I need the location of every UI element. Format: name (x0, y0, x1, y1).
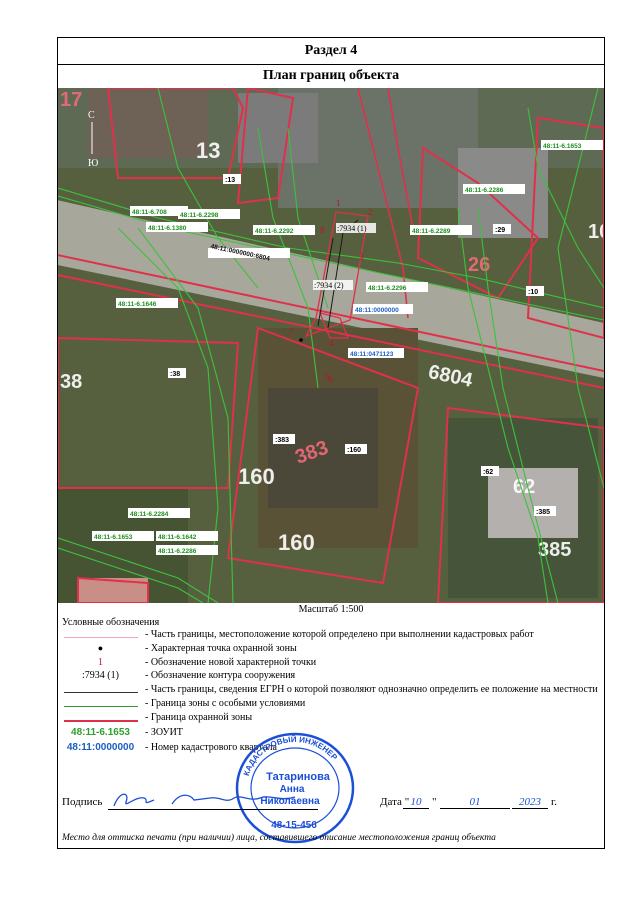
parcel-label: :10 (528, 289, 538, 296)
map-scale: Масштаб 1:500 (298, 604, 364, 615)
date-day: 10 (403, 796, 429, 809)
legend-row: 1 - Обозначение новой характерной точки (58, 657, 604, 671)
legend-text: - Граница охранной зоны (145, 712, 253, 723)
house-number: 38 (60, 371, 82, 393)
stamp-name-line1: Татаринова (266, 771, 331, 783)
legend-symbol-red-line (58, 712, 143, 723)
zouit-label: 48:11-6.2286 (158, 548, 197, 555)
house-number: 26 (468, 254, 490, 276)
date-quote: " (432, 796, 437, 808)
point-label: 6 (328, 374, 333, 384)
legend-text: - Характерная точка охранной зоны (145, 643, 297, 654)
legend-row: ● - Характерная точка охранной зоны (58, 643, 604, 657)
parcel-label: :38 (170, 371, 180, 378)
zouit-label: 48:11-6.2296 (368, 285, 407, 292)
section-title: Раздел 4 (58, 38, 604, 65)
parcel-label: :62 (483, 469, 493, 476)
house-number: 160 (278, 530, 315, 555)
zouit-label: 48:11-6.2289 (412, 228, 451, 235)
boundary-plan-map: 17 13 10 26 38 383 160 160 6804 62 385 (58, 88, 604, 603)
zouit-label: 48:11-6.1642 (158, 534, 197, 541)
legend-row: - Граница охранной зоны (58, 712, 604, 726)
legend-text: - Часть границы, сведения ЕГРН о которой… (145, 684, 598, 695)
parcel-label: :383 (275, 437, 289, 444)
legend-symbol-black-line (58, 684, 143, 695)
legend-text: - ЗОУИТ (145, 727, 183, 738)
house-number: 385 (538, 539, 571, 561)
date-year: 2023 (512, 796, 548, 809)
legend-symbol-pink-line (58, 629, 143, 640)
document-frame: Раздел 4 План границ объекта 17 13 10 26 (57, 37, 605, 849)
zouit-label: 48:11-6.1646 (118, 301, 157, 308)
zouit-label: 48:11-6.2292 (255, 228, 294, 235)
point-label: 1 (336, 198, 341, 208)
stamp-number: 48-15-456 (271, 820, 317, 831)
legend-symbol-point-number: 1 (98, 657, 103, 668)
house-number: 160 (238, 464, 275, 489)
plan-title: План границ объекта (58, 64, 604, 89)
parcel-label: :160 (347, 447, 361, 454)
parcel-label: :29 (495, 227, 505, 234)
zouit-label: 48:11-6.2286 (465, 187, 504, 194)
zouit-label: 48:11-6.2298 (180, 212, 219, 219)
zouit-label: 48:11-6.2284 (130, 511, 169, 518)
parcel-label: :13 (225, 177, 235, 184)
zouit-label: 48:11-6.1653 (543, 143, 582, 150)
legend-symbol-zouit: 48:11-6.1653 (71, 727, 130, 738)
zouit-label: 48:11-6.708 (132, 209, 167, 216)
legend-text: - Обозначение контура сооружения (145, 670, 296, 681)
parcel-label: :385 (536, 509, 550, 516)
legend-symbol-dot: ● (97, 643, 104, 653)
legend-symbol-green-line (58, 698, 143, 709)
structure-contour-label: :7934 (2) (314, 281, 344, 290)
point-label: 7 (289, 327, 294, 337)
legend-row: - Граница зоны с особыми условиями (58, 698, 604, 712)
stamp-place-note: Место для оттиска печати (при наличии) л… (62, 833, 496, 843)
date-month: 01 (440, 796, 510, 809)
legend-row: :7934 (1) - Обозначение контура сооружен… (58, 670, 604, 684)
point-label: 8 (320, 225, 325, 235)
compass-north: С (88, 110, 95, 121)
point-label: 4 (329, 338, 334, 348)
legend-title: Условные обозначения (62, 617, 160, 628)
structure-contour-label: :7934 (1) (337, 224, 367, 233)
signature-label: Подпись (62, 796, 103, 808)
date-year-suffix: г. (551, 796, 558, 808)
point-label: 2 (368, 207, 373, 217)
legend-text: - Часть границы, местоположение которой … (145, 629, 534, 640)
legend-text: - Граница зоны с особыми условиями (145, 698, 306, 709)
legend-text: - Обозначение новой характерной точки (145, 657, 317, 668)
legend-row: - Часть границы, местоположение которой … (58, 629, 604, 643)
zouit-label: 48:11-6.1653 (94, 534, 133, 541)
quarter-label: 48:11:0000000 (355, 307, 399, 314)
legend-symbol-quarter: 48:11:0000000 (66, 742, 135, 753)
house-number: 13 (196, 138, 220, 163)
compass-south: Ю (88, 158, 98, 169)
quarter-label: 48:11:0471123 (350, 351, 394, 358)
point-label: 3 (359, 252, 364, 262)
handwritten-signature (113, 793, 296, 807)
legend-symbol-contour: :7934 (1) (82, 670, 119, 681)
zouit-label: 48:11-6.1380 (148, 225, 187, 232)
house-number: 10 (588, 221, 604, 243)
house-number: 17 (60, 89, 82, 111)
legend-row: - Часть границы, сведения ЕГРН о которой… (58, 684, 604, 698)
